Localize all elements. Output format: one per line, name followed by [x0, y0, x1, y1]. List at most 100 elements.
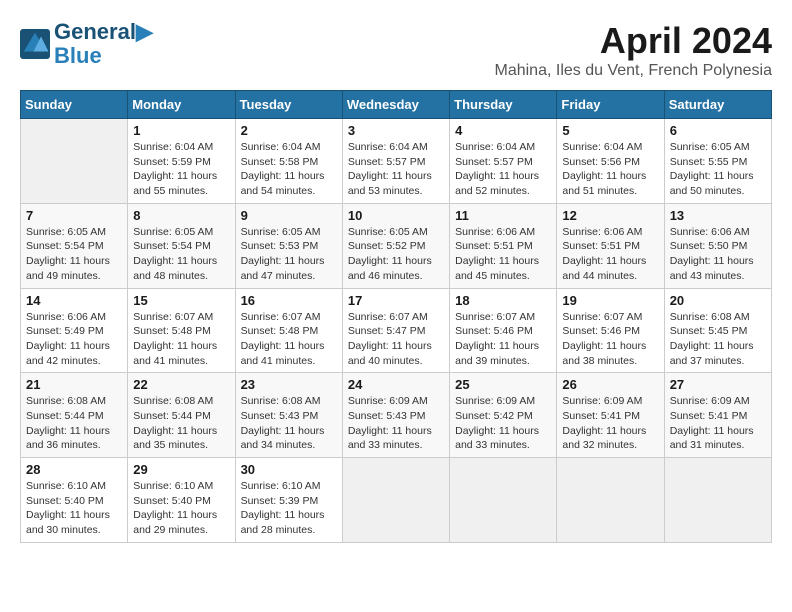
weekday-header-saturday: Saturday	[664, 91, 771, 119]
calendar-cell: 29 Sunrise: 6:10 AM Sunset: 5:40 PM Dayli…	[128, 458, 235, 543]
weekday-header-friday: Friday	[557, 91, 664, 119]
day-info: Sunrise: 6:09 AM Sunset: 5:41 PM Dayligh…	[670, 394, 766, 453]
day-number: 14	[26, 293, 122, 308]
weekday-header-wednesday: Wednesday	[342, 91, 449, 119]
day-number: 19	[562, 293, 658, 308]
calendar-cell: 14 Sunrise: 6:06 AM Sunset: 5:49 PM Dayli…	[21, 288, 128, 373]
day-info: Sunrise: 6:08 AM Sunset: 5:45 PM Dayligh…	[670, 310, 766, 369]
calendar-cell: 2Sunrise: 6:04 AM Sunset: 5:58 PM Daylig…	[235, 119, 342, 204]
day-info: Sunrise: 6:06 AM Sunset: 5:51 PM Dayligh…	[455, 225, 551, 284]
day-number: 20	[670, 293, 766, 308]
calendar-cell: 3 Sunrise: 6:04 AM Sunset: 5:57 PM Daylig…	[342, 119, 449, 204]
calendar-cell: 26 Sunrise: 6:09 AM Sunset: 5:41 PM Dayli…	[557, 373, 664, 458]
day-number: 23	[241, 377, 337, 392]
day-number: 30	[241, 462, 337, 477]
location-title: Mahina, Iles du Vent, French Polynesia	[495, 62, 773, 80]
calendar-cell: 16Sunrise: 6:07 AM Sunset: 5:48 PM Dayli…	[235, 288, 342, 373]
weekday-header-monday: Monday	[128, 91, 235, 119]
day-number: 17	[348, 293, 444, 308]
calendar-cell	[664, 458, 771, 543]
calendar-cell: 15 Sunrise: 6:07 AM Sunset: 5:48 PM Dayli…	[128, 288, 235, 373]
day-info: Sunrise: 6:04 AM Sunset: 5:58 PM Dayligh…	[241, 140, 337, 199]
day-info: Sunrise: 6:05 AM Sunset: 5:52 PM Dayligh…	[348, 225, 444, 284]
calendar-cell: 19 Sunrise: 6:07 AM Sunset: 5:46 PM Dayli…	[557, 288, 664, 373]
day-info: Sunrise: 6:07 AM Sunset: 5:46 PM Dayligh…	[455, 310, 551, 369]
calendar-cell: 12 Sunrise: 6:06 AM Sunset: 5:51 PM Dayli…	[557, 203, 664, 288]
calendar-cell	[450, 458, 557, 543]
day-number: 25	[455, 377, 551, 392]
day-info: Sunrise: 6:10 AM Sunset: 5:40 PM Dayligh…	[26, 479, 122, 538]
day-info: Sunrise: 6:05 AM Sunset: 5:54 PM Dayligh…	[26, 225, 122, 284]
weekday-header-tuesday: Tuesday	[235, 91, 342, 119]
calendar-cell: 24Sunrise: 6:09 AM Sunset: 5:43 PM Dayli…	[342, 373, 449, 458]
day-number: 15	[133, 293, 229, 308]
day-info: Sunrise: 6:06 AM Sunset: 5:49 PM Dayligh…	[26, 310, 122, 369]
day-info: Sunrise: 6:05 AM Sunset: 5:54 PM Dayligh…	[133, 225, 229, 284]
day-number: 1	[133, 123, 229, 138]
day-info: Sunrise: 6:09 AM Sunset: 5:42 PM Dayligh…	[455, 394, 551, 453]
calendar-cell: 18 Sunrise: 6:07 AM Sunset: 5:46 PM Dayli…	[450, 288, 557, 373]
calendar-cell: 30 Sunrise: 6:10 AM Sunset: 5:39 PM Dayli…	[235, 458, 342, 543]
day-number: 22	[133, 377, 229, 392]
calendar-cell: 21 Sunrise: 6:08 AM Sunset: 5:44 PM Dayli…	[21, 373, 128, 458]
calendar-week-1: 1 Sunrise: 6:04 AM Sunset: 5:59 PM Daylig…	[21, 119, 772, 204]
calendar-week-4: 21 Sunrise: 6:08 AM Sunset: 5:44 PM Dayli…	[21, 373, 772, 458]
day-info: Sunrise: 6:04 AM Sunset: 5:56 PM Dayligh…	[562, 140, 658, 199]
calendar-cell	[21, 119, 128, 204]
calendar-cell: 27 Sunrise: 6:09 AM Sunset: 5:41 PM Dayli…	[664, 373, 771, 458]
day-info: Sunrise: 6:07 AM Sunset: 5:48 PM Dayligh…	[133, 310, 229, 369]
day-number: 27	[670, 377, 766, 392]
calendar-week-2: 7 Sunrise: 6:05 AM Sunset: 5:54 PM Daylig…	[21, 203, 772, 288]
day-info: Sunrise: 6:05 AM Sunset: 5:53 PM Dayligh…	[241, 225, 337, 284]
calendar-cell	[342, 458, 449, 543]
calendar-cell: 20 Sunrise: 6:08 AM Sunset: 5:45 PM Dayli…	[664, 288, 771, 373]
day-number: 21	[26, 377, 122, 392]
day-info: Sunrise: 6:09 AM Sunset: 5:41 PM Dayligh…	[562, 394, 658, 453]
day-info: Sunrise: 6:10 AM Sunset: 5:39 PM Dayligh…	[241, 479, 337, 538]
calendar-table: SundayMondayTuesdayWednesdayThursdayFrid…	[20, 90, 772, 543]
logo-text: General▶ Blue	[54, 20, 153, 68]
page-header: General▶ Blue April 2024 Mahina, Iles du…	[20, 20, 772, 80]
day-info: Sunrise: 6:04 AM Sunset: 5:57 PM Dayligh…	[348, 140, 444, 199]
day-info: Sunrise: 6:06 AM Sunset: 5:50 PM Dayligh…	[670, 225, 766, 284]
day-info: Sunrise: 6:04 AM Sunset: 5:57 PM Dayligh…	[455, 140, 551, 199]
day-number: 8	[133, 208, 229, 223]
calendar-cell: 9Sunrise: 6:05 AM Sunset: 5:53 PM Daylig…	[235, 203, 342, 288]
day-info: Sunrise: 6:06 AM Sunset: 5:51 PM Dayligh…	[562, 225, 658, 284]
day-info: Sunrise: 6:08 AM Sunset: 5:44 PM Dayligh…	[26, 394, 122, 453]
day-number: 3	[348, 123, 444, 138]
calendar-week-3: 14 Sunrise: 6:06 AM Sunset: 5:49 PM Dayli…	[21, 288, 772, 373]
calendar-cell: 5Sunrise: 6:04 AM Sunset: 5:56 PM Daylig…	[557, 119, 664, 204]
day-info: Sunrise: 6:08 AM Sunset: 5:44 PM Dayligh…	[133, 394, 229, 453]
calendar-cell: 11 Sunrise: 6:06 AM Sunset: 5:51 PM Dayli…	[450, 203, 557, 288]
logo: General▶ Blue	[20, 20, 153, 68]
calendar-week-5: 28 Sunrise: 6:10 AM Sunset: 5:40 PM Dayli…	[21, 458, 772, 543]
day-number: 11	[455, 208, 551, 223]
day-number: 26	[562, 377, 658, 392]
day-number: 7	[26, 208, 122, 223]
day-number: 28	[26, 462, 122, 477]
day-number: 12	[562, 208, 658, 223]
calendar-cell	[557, 458, 664, 543]
day-info: Sunrise: 6:04 AM Sunset: 5:59 PM Dayligh…	[133, 140, 229, 199]
day-info: Sunrise: 6:07 AM Sunset: 5:47 PM Dayligh…	[348, 310, 444, 369]
weekday-header-sunday: Sunday	[21, 91, 128, 119]
calendar-cell: 7 Sunrise: 6:05 AM Sunset: 5:54 PM Daylig…	[21, 203, 128, 288]
day-number: 13	[670, 208, 766, 223]
calendar-cell: 10 Sunrise: 6:05 AM Sunset: 5:52 PM Dayli…	[342, 203, 449, 288]
calendar-cell: 17 Sunrise: 6:07 AM Sunset: 5:47 PM Dayli…	[342, 288, 449, 373]
day-info: Sunrise: 6:10 AM Sunset: 5:40 PM Dayligh…	[133, 479, 229, 538]
calendar-cell: 25 Sunrise: 6:09 AM Sunset: 5:42 PM Dayli…	[450, 373, 557, 458]
day-number: 10	[348, 208, 444, 223]
day-number: 29	[133, 462, 229, 477]
weekday-header-row: SundayMondayTuesdayWednesdayThursdayFrid…	[21, 91, 772, 119]
day-info: Sunrise: 6:07 AM Sunset: 5:46 PM Dayligh…	[562, 310, 658, 369]
calendar-cell: 1 Sunrise: 6:04 AM Sunset: 5:59 PM Daylig…	[128, 119, 235, 204]
day-info: Sunrise: 6:07 AM Sunset: 5:48 PM Dayligh…	[241, 310, 337, 369]
calendar-cell: 13 Sunrise: 6:06 AM Sunset: 5:50 PM Dayli…	[664, 203, 771, 288]
calendar-cell: 4Sunrise: 6:04 AM Sunset: 5:57 PM Daylig…	[450, 119, 557, 204]
calendar-cell: 23Sunrise: 6:08 AM Sunset: 5:43 PM Dayli…	[235, 373, 342, 458]
day-number: 18	[455, 293, 551, 308]
calendar-cell: 6Sunrise: 6:05 AM Sunset: 5:55 PM Daylig…	[664, 119, 771, 204]
month-title: April 2024	[495, 20, 773, 62]
